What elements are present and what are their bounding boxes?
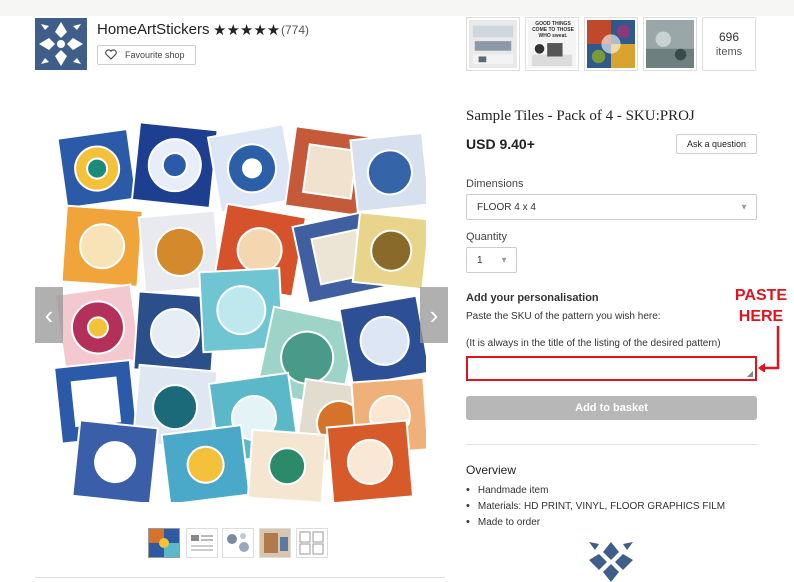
quantity-select[interactable]: 1 ▼ bbox=[466, 247, 517, 273]
resize-handle-icon[interactable]: ◢ bbox=[747, 369, 753, 378]
gallery-thumbnail[interactable] bbox=[148, 528, 180, 558]
chevron-down-icon: ▼ bbox=[740, 202, 748, 212]
shop-thumbnail[interactable]: GOOD THINGS COME TO THOSE WHO sweat. bbox=[525, 17, 579, 71]
paste-annotation-line2: HERE bbox=[738, 308, 784, 325]
shop-items-count[interactable]: 696 items bbox=[702, 17, 756, 71]
personalisation-title: Add your personalisation bbox=[466, 292, 599, 304]
listing-title: Sample Tiles - Pack of 4 - SKU:PROJ bbox=[466, 108, 695, 124]
personalisation-textarea[interactable]: ◢ bbox=[466, 356, 757, 381]
dimensions-value: FLOOR 4 x 4 bbox=[477, 201, 536, 213]
shop-thumbnail[interactable] bbox=[643, 17, 697, 71]
paste-here-annotation: PASTE HERE bbox=[716, 285, 794, 327]
shop-logo[interactable] bbox=[35, 18, 87, 70]
chevron-left-icon: ‹ bbox=[44, 299, 54, 330]
ask-question-button[interactable]: Ask a question bbox=[676, 134, 757, 154]
previous-image-button[interactable]: ‹ bbox=[35, 287, 63, 343]
items-label: items bbox=[715, 46, 743, 58]
shop-logo-bottom bbox=[585, 540, 637, 582]
overview-title: Overview bbox=[466, 463, 517, 477]
shop-thumbnail[interactable] bbox=[466, 17, 520, 71]
next-image-button[interactable]: › bbox=[420, 287, 448, 343]
chevron-down-icon: ▼ bbox=[500, 255, 508, 265]
items-count: 696 bbox=[718, 30, 740, 44]
top-bar bbox=[0, 0, 794, 16]
dimensions-label: Dimensions bbox=[466, 178, 524, 190]
review-count[interactable]: (774) bbox=[281, 23, 309, 37]
red-arrow-icon bbox=[758, 326, 780, 372]
paste-annotation-line1: PASTE bbox=[734, 287, 788, 304]
gallery-thumbnail[interactable] bbox=[259, 528, 291, 558]
personalisation-hint: (It is always in the title of the listin… bbox=[466, 338, 721, 349]
gallery-thumbnail[interactable] bbox=[186, 528, 218, 558]
overview-item: Handmade item bbox=[466, 482, 725, 498]
overview-item: Made to order bbox=[466, 514, 725, 530]
thumbnail-text: GOOD THINGS COME TO THOSE WHO sweat. bbox=[532, 21, 574, 39]
overview-item: Materials: HD PRINT, VINYL, FLOOR GRAPHI… bbox=[466, 498, 725, 514]
shop-thumbnail[interactable] bbox=[584, 17, 638, 71]
chevron-right-icon: › bbox=[429, 299, 439, 330]
divider bbox=[466, 444, 757, 445]
rating-stars: ★★★★★ bbox=[213, 22, 281, 39]
favourite-shop-button[interactable]: Favourite shop bbox=[97, 45, 196, 65]
overview-list: Handmade item Materials: HD PRINT, VINYL… bbox=[466, 482, 725, 530]
quantity-value: 1 bbox=[477, 254, 483, 266]
main-product-image[interactable] bbox=[53, 118, 431, 506]
favourite-shop-label: Favourite shop bbox=[125, 50, 185, 60]
heart-icon bbox=[105, 48, 117, 62]
shop-name[interactable]: HomeArtStickers bbox=[97, 21, 210, 38]
gallery-thumbnail[interactable] bbox=[296, 528, 328, 558]
add-to-basket-button[interactable]: Add to basket bbox=[466, 396, 757, 420]
divider bbox=[35, 577, 445, 578]
gallery-thumbnail[interactable] bbox=[222, 528, 254, 558]
listing-price: USD 9.40+ bbox=[466, 136, 535, 152]
dimensions-select[interactable]: FLOOR 4 x 4 ▼ bbox=[466, 194, 757, 220]
personalisation-instruction: Paste the SKU of the pattern you wish he… bbox=[466, 311, 661, 322]
quantity-label: Quantity bbox=[466, 231, 507, 243]
